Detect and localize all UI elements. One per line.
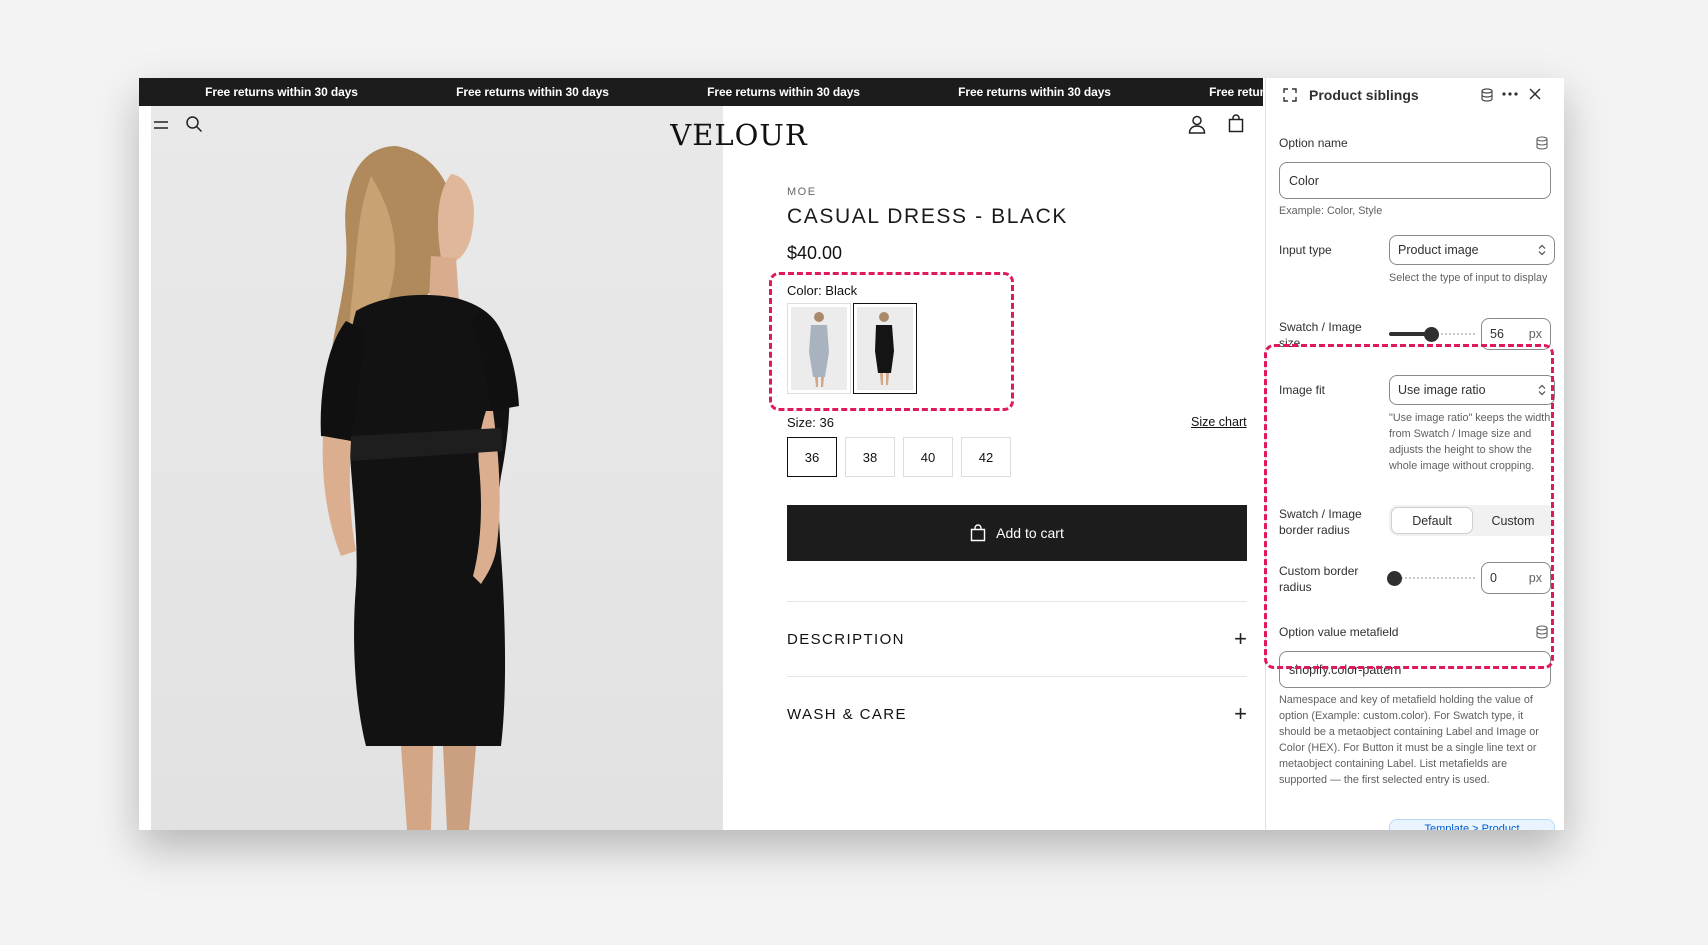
image-fit-hint: "Use image ratio" keeps the width from S…: [1389, 412, 1551, 472]
slider-fill: [1389, 332, 1426, 336]
announcement-text: Free returns within 30 days: [1209, 85, 1263, 99]
color-swatch-grey[interactable]: [787, 303, 851, 394]
border-radius-default-option[interactable]: Default: [1391, 507, 1473, 534]
size-option-label: Size: 36: [787, 415, 834, 430]
announcement-text: Free returns within 30 days: [456, 85, 609, 99]
border-radius-label: Swatch / Image border radius: [1279, 507, 1362, 537]
cart-icon[interactable]: [1228, 114, 1244, 133]
account-icon[interactable]: [1188, 115, 1206, 134]
close-icon[interactable]: [1529, 88, 1541, 100]
image-fit-select[interactable]: Use image ratio: [1389, 375, 1555, 405]
option-name-input[interactable]: Color: [1279, 162, 1551, 199]
product-price: $40.00: [787, 243, 843, 263]
accordion-description[interactable]: DESCRIPTION +: [787, 601, 1247, 676]
color-option-label: Color: Black: [787, 283, 858, 298]
border-radius-toggle[interactable]: Default Custom: [1389, 505, 1555, 536]
template-pill[interactable]: Template > Product: [1389, 819, 1555, 830]
database-icon[interactable]: [1535, 136, 1549, 150]
add-to-cart-button[interactable]: Add to cart: [787, 505, 1247, 561]
announcement-text: Free returns within 30 days: [707, 85, 860, 99]
announcement-bar: Free returns within 30 days Free returns…: [139, 78, 1263, 106]
search-icon[interactable]: [185, 115, 203, 133]
option-name-hint: Example: Color, Style: [1279, 205, 1383, 217]
option-name-label: Option name: [1279, 136, 1348, 150]
plus-icon: +: [1234, 701, 1247, 726]
select-chevron-icon: [1538, 244, 1546, 256]
color-swatch-black[interactable]: [853, 303, 917, 394]
accordion-label: WASH & CARE: [787, 705, 907, 723]
announcement-text: Free returns within 30 days: [958, 85, 1111, 99]
size-button-36[interactable]: 36: [787, 437, 837, 477]
plus-icon: +: [1234, 626, 1247, 651]
image-fit-value: Use image ratio: [1398, 383, 1486, 397]
size-button-38[interactable]: 38: [845, 437, 895, 477]
size-button-42[interactable]: 42: [961, 437, 1011, 477]
database-icon[interactable]: [1480, 88, 1494, 102]
swatch-size-label: Swatch / Image size: [1279, 320, 1362, 350]
browser-window: Free returns within 30 days Free returns…: [139, 78, 1564, 830]
database-icon[interactable]: [1535, 625, 1549, 639]
size-button-40[interactable]: 40: [903, 437, 953, 477]
menu-icon[interactable]: [153, 117, 169, 133]
swatch-size-input[interactable]: 56 px: [1481, 318, 1551, 350]
panel-title: Product siblings: [1309, 87, 1419, 103]
storefront-preview: Free returns within 30 days Free returns…: [139, 78, 1263, 830]
input-type-label: Input type: [1279, 243, 1332, 257]
input-type-select[interactable]: Product image: [1389, 235, 1555, 265]
image-fit-label: Image fit: [1279, 383, 1326, 397]
swatch-size-slider[interactable]: [1389, 327, 1477, 342]
store-logo[interactable]: VELOUR: [629, 118, 849, 152]
slider-knob[interactable]: [1387, 571, 1402, 586]
add-to-cart-label: Add to cart: [996, 525, 1064, 541]
custom-radius-value: 0: [1490, 571, 1497, 585]
select-chevron-icon: [1538, 384, 1546, 396]
size-chart-link[interactable]: Size chart: [1191, 415, 1247, 429]
slider-knob[interactable]: [1423, 327, 1439, 342]
announcement-text: Free returns within 30 days: [205, 85, 358, 99]
accordion-label: DESCRIPTION: [787, 630, 905, 648]
custom-radius-label: Custom border radius: [1279, 564, 1359, 594]
custom-radius-slider[interactable]: [1387, 571, 1477, 586]
product-image: [151, 106, 723, 830]
swatch-size-unit: px: [1528, 327, 1542, 341]
bag-icon: [970, 524, 986, 542]
expand-icon[interactable]: [1283, 88, 1297, 102]
metafield-hint: Namespace and key of metafield holding t…: [1279, 694, 1539, 786]
border-radius-custom-option[interactable]: Custom: [1473, 507, 1553, 534]
input-type-hint: Select the type of input to display: [1389, 272, 1548, 284]
product-title: CASUAL DRESS - BLACK: [787, 205, 1068, 228]
custom-radius-unit: px: [1528, 571, 1542, 585]
accordion-wash-care[interactable]: WASH & CARE +: [787, 676, 1247, 751]
more-icon[interactable]: [1502, 92, 1518, 96]
input-type-value: Product image: [1398, 243, 1479, 257]
settings-panel: Product siblings Option name Color Examp…: [1265, 78, 1564, 830]
custom-radius-input[interactable]: 0 px: [1481, 562, 1551, 594]
metafield-label: Option value metafield: [1279, 625, 1399, 639]
metafield-input[interactable]: shopify.color-pattern: [1279, 651, 1551, 688]
product-vendor: MOE: [787, 186, 817, 198]
swatch-size-value: 56: [1490, 327, 1504, 341]
